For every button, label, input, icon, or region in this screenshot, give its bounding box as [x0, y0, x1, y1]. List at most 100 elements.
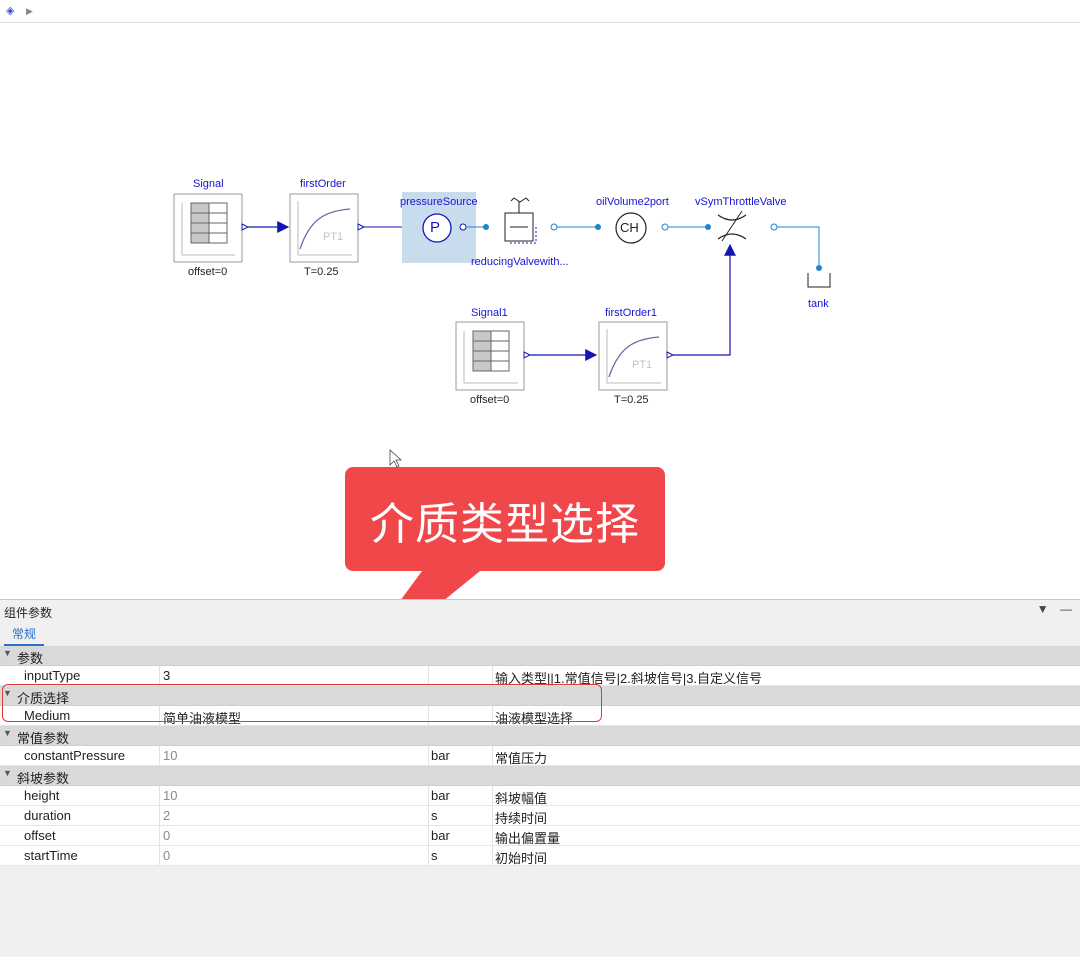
params-grid: ▼ 参数 inputType 3 输入类型||1.常值信号|2.斜坡信号|3.自定义信号…: [0, 646, 1080, 866]
column-divider: [492, 826, 493, 845]
panel-title: 组件参数: [4, 606, 53, 620]
param-desc: 输出偏置量: [495, 831, 561, 846]
param-row[interactable]: constantPressure 10 bar 常值压力: [0, 746, 1080, 766]
param-desc: 油液模型选择: [495, 711, 574, 726]
group-name: 斜坡参数: [17, 771, 70, 786]
throttle-valve-block[interactable]: [705, 210, 778, 242]
param-desc: 初始时间: [495, 851, 548, 866]
param-value[interactable]: 0: [163, 848, 170, 863]
param-unit: bar: [431, 828, 450, 843]
param-unit: bar: [431, 748, 450, 763]
dropdown-icon[interactable]: ▼: [1037, 602, 1049, 616]
group-header[interactable]: ▼ 参数: [0, 646, 1080, 666]
signal-block[interactable]: [173, 193, 250, 263]
param-name: duration: [24, 808, 71, 823]
column-divider: [492, 846, 493, 865]
column-divider: [428, 786, 429, 805]
group-header[interactable]: ▼ 介质选择: [0, 686, 1080, 706]
param-name: Medium: [24, 708, 71, 723]
column-divider: [428, 846, 429, 865]
param-unit: s: [431, 808, 438, 823]
first-order1-param: T=0.25: [614, 394, 649, 406]
oil-volume-label: oilVolume2port: [596, 196, 669, 208]
callout-text: 介质类型选择: [370, 500, 640, 549]
param-value[interactable]: 3: [163, 668, 170, 683]
oil-volume-symbol: CH: [620, 220, 639, 235]
layers-icon[interactable]: ◈: [6, 4, 14, 18]
tab-general[interactable]: 常规: [4, 626, 45, 646]
collapse-icon[interactable]: ▼: [3, 648, 12, 658]
param-row[interactable]: Medium 简单油液模型 油液模型选择: [0, 706, 1080, 726]
column-divider: [492, 806, 493, 825]
param-row[interactable]: startTime 0 s 初始时间: [0, 846, 1080, 866]
param-value[interactable]: 简单油液模型: [163, 708, 241, 727]
param-desc: 斜坡幅值: [495, 791, 548, 806]
param-row[interactable]: inputType 3 输入类型||1.常值信号|2.斜坡信号|3.自定义信号: [0, 666, 1080, 686]
param-unit: bar: [431, 788, 450, 803]
group-name: 参数: [17, 651, 44, 666]
column-divider: [159, 666, 160, 685]
minimize-icon[interactable]: —: [1060, 602, 1072, 616]
first-order-param: T=0.25: [304, 266, 339, 278]
signal1-label: Signal1: [471, 307, 508, 319]
signal-param: offset=0: [188, 266, 228, 278]
param-row[interactable]: height 10 bar 斜坡幅值: [0, 786, 1080, 806]
first-order-inner: PT1: [323, 231, 344, 243]
column-divider: [492, 706, 493, 725]
tank-block[interactable]: [807, 265, 831, 288]
group-header[interactable]: ▼ 斜坡参数: [0, 766, 1080, 786]
toolbar: ◈ ▶: [0, 0, 1080, 23]
param-name: constantPressure: [24, 748, 126, 763]
param-value[interactable]: 10: [163, 788, 177, 803]
tank-label: tank: [808, 298, 829, 310]
param-name: offset: [24, 828, 56, 843]
param-value[interactable]: 10: [163, 748, 177, 763]
column-divider: [428, 806, 429, 825]
param-name: inputType: [24, 668, 81, 683]
column-divider: [159, 826, 160, 845]
group-header[interactable]: ▼ 常值参数: [0, 726, 1080, 746]
throttle-valve-label: vSymThrottleValve: [695, 196, 787, 208]
column-divider: [492, 786, 493, 805]
signal1-block[interactable]: [455, 321, 532, 391]
param-row[interactable]: offset 0 bar 输出偏置量: [0, 826, 1080, 846]
mouse-cursor: [389, 449, 403, 468]
column-divider: [159, 746, 160, 765]
column-divider: [428, 666, 429, 685]
column-divider: [159, 846, 160, 865]
first-order1-block[interactable]: [598, 321, 675, 391]
pressure-source-label: pressureSource: [400, 196, 478, 208]
first-order-label: firstOrder: [300, 178, 346, 190]
param-desc: 输入类型||1.常值信号|2.斜坡信号|3.自定义信号: [495, 671, 763, 686]
param-name: height: [24, 788, 60, 803]
collapse-icon[interactable]: ▼: [3, 688, 12, 698]
signal1-param: offset=0: [470, 394, 510, 406]
param-name: startTime: [24, 848, 78, 863]
reducing-valve-block[interactable]: [483, 197, 558, 244]
column-divider: [159, 706, 160, 725]
reducing-valve-label: reducingValvewith...: [471, 256, 569, 268]
param-unit: s: [431, 848, 438, 863]
column-divider: [492, 746, 493, 765]
param-value[interactable]: 2: [163, 808, 170, 823]
column-divider: [428, 746, 429, 765]
play-icon[interactable]: ▶: [26, 4, 33, 18]
panel-controls: ▼ —: [1037, 602, 1072, 616]
collapse-icon[interactable]: ▼: [3, 728, 12, 738]
component-params-panel: 组件参数 ▼ — 常规 ▼ 参数 inputType 3 输入类型||1.常值信号|2.…: [0, 599, 1080, 957]
pressure-source-symbol: P: [430, 219, 441, 236]
param-row[interactable]: duration 2 s 持续时间: [0, 806, 1080, 826]
first-order1-label: firstOrder1: [605, 307, 657, 319]
column-divider: [428, 706, 429, 725]
column-divider: [492, 666, 493, 685]
signal-label: Signal: [193, 178, 224, 190]
group-name: 介质选择: [17, 691, 70, 706]
column-divider: [159, 786, 160, 805]
first-order-block[interactable]: [289, 193, 366, 263]
collapse-icon[interactable]: ▼: [3, 768, 12, 778]
column-divider: [428, 826, 429, 845]
param-value[interactable]: 0: [163, 828, 170, 843]
param-desc: 持续时间: [495, 811, 548, 826]
first-order1-inner: PT1: [632, 359, 653, 371]
column-divider: [159, 806, 160, 825]
